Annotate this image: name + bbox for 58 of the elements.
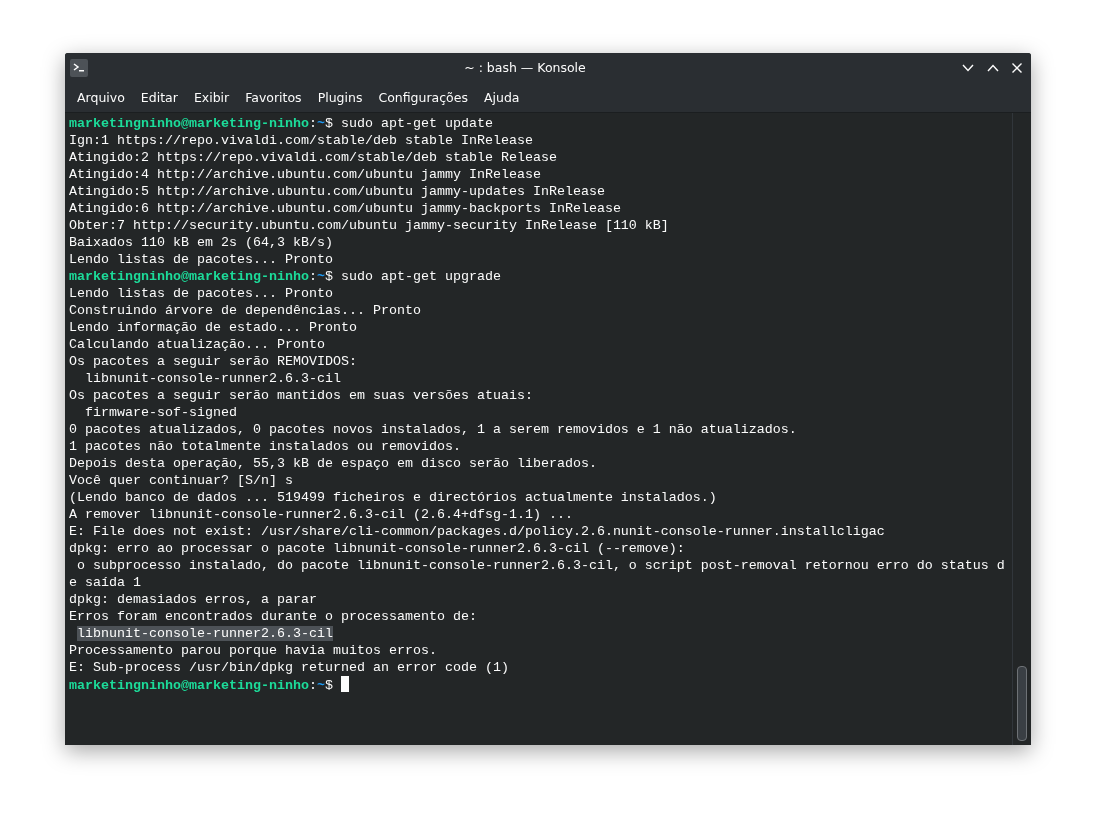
prompt-path: ~ [316, 116, 325, 131]
terminal-icon [70, 58, 88, 77]
output-line: Erros foram encontrados durante o processamento de: [69, 609, 477, 624]
window-title: ~ : bash — Konsole [463, 60, 587, 75]
output-line: Atingido:4 http://archive.ubuntu.com/ubuntu jammy InRelease [69, 167, 541, 182]
output-line: Ign:1 https://repo.vivaldi.com/stable/deb stable InRelease [69, 133, 533, 148]
output-line: Depois desta operação, 55,3 kB de espaço em disco serão liberados. [69, 456, 597, 471]
output-line: firmware-sof-signed [84, 405, 237, 420]
scrollbar-thumb[interactable] [1017, 666, 1027, 741]
output-line: Você quer continuar? [S/n] s [69, 473, 293, 488]
menu-item[interactable]: Arquivo [69, 89, 133, 105]
output-line: dpkg: erro ao processar o pacote libnunit-console-runner2.6.3-cil (--remove): [69, 541, 685, 556]
menu-item[interactable]: Favoritos [237, 89, 310, 105]
output-line: e saída 1 [69, 575, 141, 590]
output-line: o subprocesso instalado, do pacote libnunit-console-runner2.6.3-cil, o script post-removal retornou erro do status d [76, 558, 1005, 573]
menu-item[interactable]: Exibir [185, 89, 238, 105]
prompt-path: ~ [316, 269, 325, 284]
menu-item[interactable]: Ajuda [475, 89, 528, 105]
output-line: Processamento parou porque havia muitos erros. [69, 643, 437, 658]
output-line: Lendo informação de estado... Pronto [69, 320, 357, 335]
output-line: (Lendo banco de dados ... 519499 ficheiros e directórios actualmente instalados.) [69, 490, 717, 505]
output-line: Lendo listas de pacotes... Pronto [69, 252, 333, 267]
output-line: Os pacotes a seguir serão mantidos em suas versões atuais: [69, 388, 533, 403]
output-line: Lendo listas de pacotes... Pronto [69, 286, 333, 301]
output-line: Baixados 110 kB em 2s (64,3 kB/s) [69, 235, 333, 250]
output-line: Construindo árvore de dependências... Pronto [69, 303, 421, 318]
prompt-path: ~ [316, 678, 325, 693]
output-line: Calculando atualização... Pronto [69, 337, 325, 352]
output-line: Os pacotes a seguir serão REMOVIDOS: [69, 354, 357, 369]
menu-item[interactable]: Configurações [370, 89, 476, 105]
output-line: E: Sub-process /usr/bin/dpkg returned an error code (1) [69, 660, 509, 675]
prompt-symbol: $ [324, 116, 333, 131]
menu-item[interactable]: Plugins [309, 89, 371, 105]
command-text: sudo apt-get upgrade [340, 269, 501, 284]
output-line: Atingido:6 http://archive.ubuntu.com/ubuntu jammy-backports InRelease [69, 201, 621, 216]
prompt-separator: : [308, 269, 317, 284]
prompt-user: marketingninho@marketing-ninho [69, 269, 309, 284]
output-line: 1 pacotes não totalmente instalados ou removidos. [69, 439, 461, 454]
output-line: dpkg: demasiados erros, a parar [69, 592, 317, 607]
output-line: 0 pacotes atualizados, 0 pacotes novos instalados, 1 a serem removidos e 1 não atualizados. [69, 422, 797, 437]
prompt-separator: : [308, 678, 317, 693]
prompt-user: marketingninho@marketing-ninho [69, 678, 309, 693]
output-line: A remover libnunit-console-runner2.6.3-cil (2.6.4+dfsg-1.1) ... [69, 507, 573, 522]
output-line: E: File does not exist: /usr/share/cli-common/packages.d/policy.2.6.nunit-console-runner.installcligac [69, 524, 885, 539]
text-cursor [340, 676, 349, 692]
minimize-icon[interactable] [962, 63, 974, 72]
prompt-user: marketingninho@marketing-ninho [69, 116, 309, 131]
output-line: Atingido:2 https://repo.vivaldi.com/stable/deb stable Release [69, 150, 557, 165]
prompt-separator: : [308, 116, 317, 131]
output-line: Obter:7 http://security.ubuntu.com/ubuntu jammy-security InRelease [110 kB] [69, 218, 669, 233]
prompt-symbol: $ [324, 678, 333, 693]
prompt-symbol: $ [324, 269, 333, 284]
maximize-icon[interactable] [987, 63, 999, 72]
close-icon[interactable] [1012, 62, 1022, 73]
menu-item[interactable]: Editar [132, 89, 186, 105]
command-text: sudo apt-get update [340, 116, 493, 131]
output-line: Atingido:5 http://archive.ubuntu.com/ubuntu jammy-updates InRelease [69, 184, 605, 199]
output-line: libnunit-console-runner2.6.3-cil [84, 371, 341, 386]
